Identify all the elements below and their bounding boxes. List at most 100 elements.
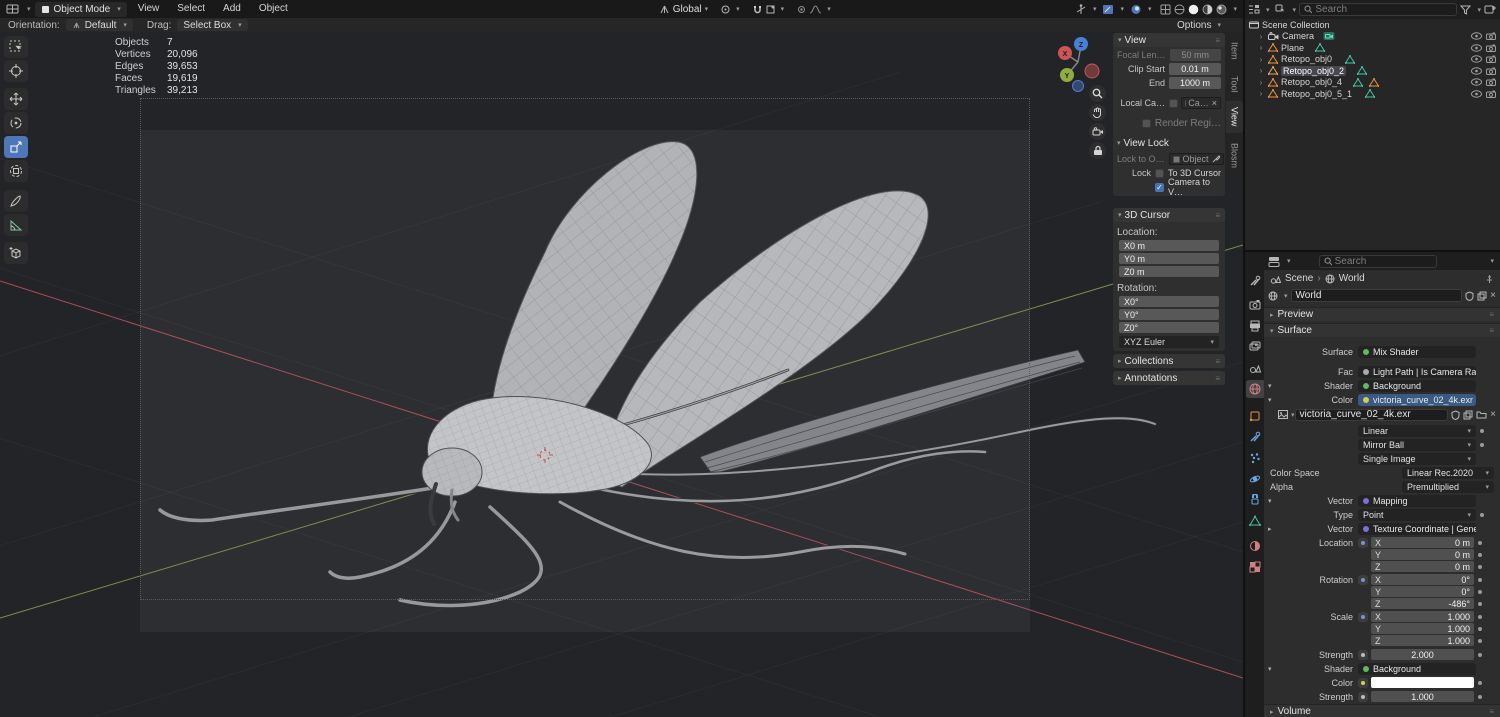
mode-dropdown[interactable]: Object Mode ▾ [34,1,127,17]
copy-datablock-icon[interactable] [1477,291,1487,301]
cursor-rotation-order-dropdown[interactable]: XYZ Euler ▾ [1119,336,1219,348]
expand-icon[interactable]: › [1257,32,1265,41]
render-region-checkbox[interactable] [1141,118,1151,128]
outliner-search[interactable] [1299,3,1458,16]
editor-type-icon[interactable] [6,3,20,15]
snap-target-icon[interactable] [765,4,776,15]
tool-transform[interactable] [4,160,28,182]
tool-cursor[interactable] [4,60,28,82]
collapse-caret[interactable]: ▾ [1268,497,1272,505]
properties-search-input[interactable] [1334,255,1432,267]
fake-user-shield-icon[interactable] [1451,409,1460,420]
preview-panel-header[interactable]: ▸ Preview ≡ [1264,307,1500,321]
sidebar-tab-view[interactable]: View [1226,101,1243,133]
snap-controls[interactable]: ▾ [752,4,784,15]
hide-eye-icon[interactable] [1471,32,1482,40]
vector2-field[interactable]: Texture Coordinate | Generated [1358,522,1476,535]
world-name-field[interactable]: World [1290,289,1463,302]
filter-objects-icon[interactable] [1275,4,1287,15]
keyframe-decorator[interactable] [1358,537,1368,548]
proportional-edit-controls[interactable]: ▾ [796,4,831,15]
volume-panel-header[interactable]: ▸ Volume ≡ [1264,704,1500,717]
tab-tool[interactable] [1246,272,1264,290]
menu-add[interactable]: Add [216,1,248,17]
pan-button[interactable] [1089,104,1106,121]
properties-editor-icon[interactable] [1268,256,1280,267]
render-visibility-icon[interactable] [1486,67,1496,75]
color1-field[interactable]: victoria_curve_02_4k.exr [1358,393,1476,406]
cursor-rot-y[interactable]: Y 0° [1119,309,1219,320]
render-visibility-icon[interactable] [1486,55,1496,64]
shading-solid-icon[interactable] [1188,4,1199,15]
tab-texture[interactable] [1246,558,1264,576]
expand-icon[interactable]: › [1257,43,1265,52]
camera-to-view-checkbox[interactable]: ✓ [1155,182,1164,192]
unlink-icon[interactable]: × [1490,409,1496,420]
mesh-data-icon[interactable] [1353,77,1364,87]
map-location-z[interactable]: Z0 m [1371,561,1474,572]
colorspace-dropdown[interactable]: Linear Rec.2020 ▾ [1402,466,1494,479]
falloff-curve-icon[interactable] [809,4,822,15]
cursor-loc-x[interactable]: X0 m [1119,240,1219,251]
tab-object[interactable] [1246,407,1264,425]
clip-end-field[interactable]: 1000 m [1169,77,1221,89]
display-mode-icon[interactable] [1248,4,1260,15]
keyframe-decorator[interactable] [1358,649,1368,660]
tab-modifiers[interactable] [1246,428,1264,446]
tool-move[interactable] [4,88,28,110]
tab-physics[interactable] [1246,470,1264,488]
expand-icon[interactable]: › [1257,66,1265,75]
shading-material-icon[interactable] [1202,4,1213,15]
tab-render[interactable] [1246,296,1264,314]
mesh-extra-icon[interactable] [1369,77,1380,87]
transform-orientation-dropdown[interactable]: Global ▾ [659,4,708,15]
interpolation-dropdown[interactable]: Linear ▾ [1358,424,1476,437]
new-collection-icon[interactable] [1484,4,1497,15]
strength2-field[interactable]: 1.000 [1371,691,1474,702]
properties-options-caret[interactable]: ▾ [1490,257,1494,265]
tab-world[interactable] [1246,380,1264,398]
pin-icon[interactable] [1485,274,1494,284]
tool-scale[interactable] [4,136,28,158]
hide-eye-icon[interactable] [1471,44,1482,52]
image-icon[interactable] [1278,410,1288,419]
render-visibility-icon[interactable] [1486,32,1496,41]
map-rotation-y[interactable]: Y 0° [1371,586,1474,597]
show-gizmo-icon[interactable] [1075,3,1087,15]
keyframe-decorator[interactable] [1358,574,1368,585]
outliner-row-camera[interactable]: › Camera [1245,31,1500,43]
unlink-icon[interactable]: × [1490,290,1496,301]
hide-eye-icon[interactable] [1471,67,1482,75]
fake-user-shield-icon[interactable] [1465,290,1474,301]
focal-length-field[interactable]: 50 mm [1169,49,1221,61]
cursor-rot-z[interactable]: Z 0° [1119,322,1219,333]
expand-icon[interactable]: › [1257,78,1265,87]
outliner-row-retopo-obj0-4[interactable]: › Retopo_obj0_4 [1245,77,1500,89]
annotations-panel-header[interactable]: ▸ Annotations ≡ [1113,371,1225,385]
menu-object[interactable]: Object [252,1,295,17]
view-lock-header[interactable]: View Lock [1124,138,1169,149]
keyframe-decorator[interactable] [1358,691,1368,702]
mesh-data-icon[interactable] [1365,89,1376,99]
eyedropper-icon[interactable] [1212,155,1220,163]
local-camera-field[interactable]: Ca… × [1181,97,1221,109]
camera-data-icon[interactable] [1323,31,1335,41]
keyframe-decorator[interactable] [1358,677,1368,688]
hide-eye-icon[interactable] [1471,90,1482,98]
outliner-row-retopo-obj0-2[interactable]: › Retopo_obj0_2 [1245,65,1500,77]
tab-output[interactable] [1246,317,1264,335]
gizmo-neg-x-axis[interactable] [1084,63,1100,79]
map-scale-y[interactable]: Y 1.000 [1371,623,1474,634]
local-camera-checkbox[interactable] [1169,98,1178,108]
surface-panel-header[interactable]: ▾ Surface ≡ [1264,323,1500,337]
type-dropdown[interactable]: Point ▾ [1358,508,1476,521]
fac-field[interactable]: Light Path | Is Camera Ray [1358,365,1476,378]
cursor-loc-z[interactable]: Z0 m [1119,266,1219,277]
surface-shader-field[interactable]: Mix Shader [1358,345,1476,358]
alpha-dropdown[interactable]: Premultiplied ▾ [1402,480,1494,493]
keyframe-decorator[interactable] [1358,611,1368,622]
render-visibility-icon[interactable] [1486,44,1496,52]
map-rotation-z[interactable]: Z -486° [1371,598,1474,609]
shading-wireframe-icon[interactable] [1160,4,1171,15]
tool-select-box[interactable] [4,36,28,58]
